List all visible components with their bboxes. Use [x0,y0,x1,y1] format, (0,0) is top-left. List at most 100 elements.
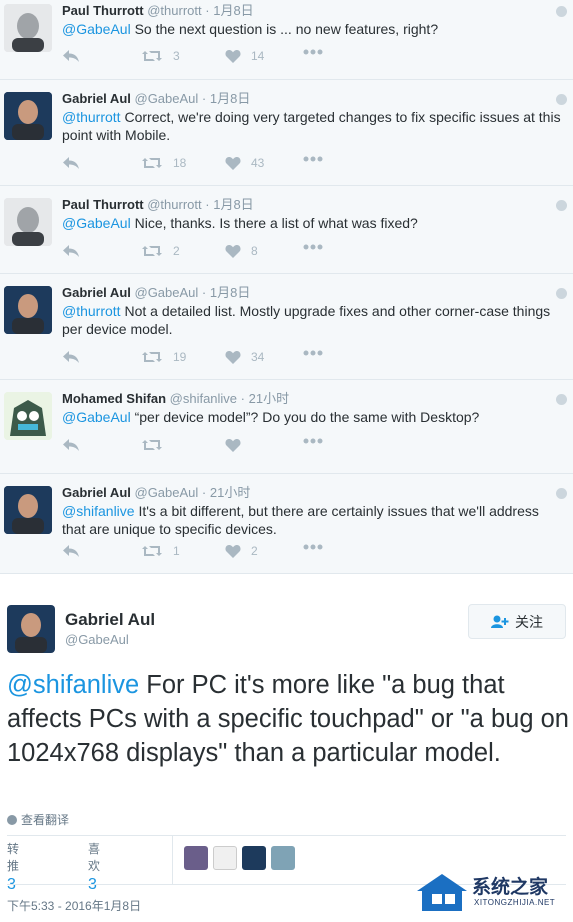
chevron-down-icon[interactable] [556,6,567,17]
heart-icon [225,50,241,63]
like-button[interactable]: 14 [225,49,264,63]
mention-link[interactable]: @GabeAul [62,21,131,37]
retweet-count: 2 [173,244,180,258]
timestamp[interactable]: 1月8日 [210,91,250,106]
divider [7,835,566,836]
tweet-text: @shifanlive For PC it's more like "a bug… [7,668,569,770]
more-button[interactable] [303,350,323,356]
timestamp[interactable]: 1月8日 [213,3,253,18]
retweet-count: 3 [173,49,180,63]
tweet[interactable]: Paul Thurrott @thurrott · 1月8日 @GabeAul … [0,186,573,274]
timestamp[interactable]: 21小时 [249,391,289,406]
retweet-button[interactable] [141,438,173,452]
like-button[interactable] [225,438,251,452]
more-button[interactable] [303,49,323,55]
mention-link[interactable]: @thurrott [62,303,121,319]
reply-button[interactable] [62,49,80,63]
tweet[interactable]: Gabriel Aul @GabeAul · 21小时 @shifanlive … [0,474,573,574]
more-button[interactable] [303,156,323,162]
retweet-button[interactable]: 2 [141,244,180,258]
watermark-subtitle: XITONGZHIJIA.NET [474,898,556,907]
like-button[interactable]: 2 [225,544,258,558]
more-button[interactable] [303,244,323,250]
chevron-down-icon[interactable] [556,94,567,105]
reply-button[interactable] [62,544,80,558]
avatar[interactable] [213,846,237,870]
mention-link[interactable]: @shifanlive [62,503,135,519]
more-button[interactable] [303,544,323,550]
author-name[interactable]: Paul Thurrott [62,3,144,18]
avatar[interactable] [4,92,52,140]
avatar[interactable] [4,486,52,534]
mention-link[interactable]: @thurrott [62,109,121,125]
tweet-text: @GabeAul Nice, thanks. Is there a list o… [62,214,565,232]
retweet-button[interactable]: 18 [141,156,186,170]
mention-link[interactable]: @GabeAul [62,409,131,425]
author-name[interactable]: Mohamed Shifan [62,391,166,406]
tweet[interactable]: Paul Thurrott @thurrott · 1月8日 @GabeAul … [0,0,573,80]
chevron-down-icon[interactable] [556,394,567,405]
mention-link[interactable]: @GabeAul [62,215,131,231]
reply-button[interactable] [62,350,80,364]
author-handle[interactable]: @GabeAul [65,632,129,647]
tweet-actions [62,438,362,458]
separator-dot: · [201,285,207,300]
like-stat[interactable]: 喜欢 3 [88,840,100,894]
avatar[interactable] [7,605,55,653]
reply-icon [63,50,79,62]
chevron-down-icon[interactable] [556,200,567,211]
separator-dot: · [201,91,207,106]
avatar[interactable] [271,846,295,870]
author-handle[interactable]: @thurrott [147,197,201,212]
tweet-actions: 19 34 [62,350,362,370]
reply-button[interactable] [62,244,80,258]
timestamp[interactable]: 1月8日 [210,285,250,300]
tweet[interactable]: Gabriel Aul @GabeAul · 1月8日 @thurrott No… [0,274,573,380]
avatar[interactable] [4,392,52,440]
heart-icon [225,245,241,258]
chevron-down-icon[interactable] [556,288,567,299]
heart-icon [225,439,241,452]
author-name[interactable]: Gabriel Aul [62,91,131,106]
avatar[interactable] [4,4,52,52]
like-button[interactable]: 34 [225,350,264,364]
like-button[interactable]: 43 [225,156,264,170]
translate-link[interactable]: 查看翻译 [7,811,69,828]
author-name[interactable]: Gabriel Aul [62,285,131,300]
reply-button[interactable] [62,438,80,452]
retweet-icon [142,440,162,450]
retweet-stat-label: 转推 [7,842,20,873]
more-icon [303,350,323,356]
tweet-header: Gabriel Aul @GabeAul · 21小时 [62,484,565,501]
chevron-down-icon[interactable] [556,488,567,499]
like-button[interactable]: 8 [225,244,258,258]
tweet-text-body: Nice, thanks. Is there a list of what wa… [130,215,418,231]
retweet-count: 19 [173,350,187,364]
retweet-stat[interactable]: 转推 3 [7,840,19,894]
tweet[interactable]: Mohamed Shifan @shifanlive · 21小时 @GabeA… [0,380,573,474]
tweet[interactable]: Gabriel Aul @GabeAul · 1月8日 @thurrott Co… [0,80,573,186]
avatar[interactable] [242,846,266,870]
author-handle[interactable]: @GabeAul [135,485,199,500]
avatar[interactable] [4,198,52,246]
author-name[interactable]: Paul Thurrott [62,197,144,212]
author-handle[interactable]: @GabeAul [135,285,199,300]
retweet-button[interactable]: 1 [141,544,180,558]
author-name[interactable]: Gabriel Aul [65,610,155,630]
reply-button[interactable] [62,156,80,170]
author-handle[interactable]: @GabeAul [135,91,199,106]
follow-button[interactable]: 关注 [468,604,566,639]
conversation-thread: Paul Thurrott @thurrott · 1月8日 @GabeAul … [0,0,573,574]
retweet-button[interactable]: 3 [141,49,180,63]
more-button[interactable] [303,438,323,444]
avatar[interactable] [184,846,208,870]
timestamp[interactable]: 1月8日 [213,197,253,212]
avatar[interactable] [4,286,52,334]
author-handle[interactable]: @thurrott [147,3,201,18]
retweet-icon [142,51,162,61]
timestamp[interactable]: 21小时 [210,485,250,500]
author-name[interactable]: Gabriel Aul [62,485,131,500]
author-handle[interactable]: @shifanlive [170,391,237,406]
mention-link[interactable]: @shifanlive [7,671,139,699]
retweet-button[interactable]: 19 [141,350,186,364]
